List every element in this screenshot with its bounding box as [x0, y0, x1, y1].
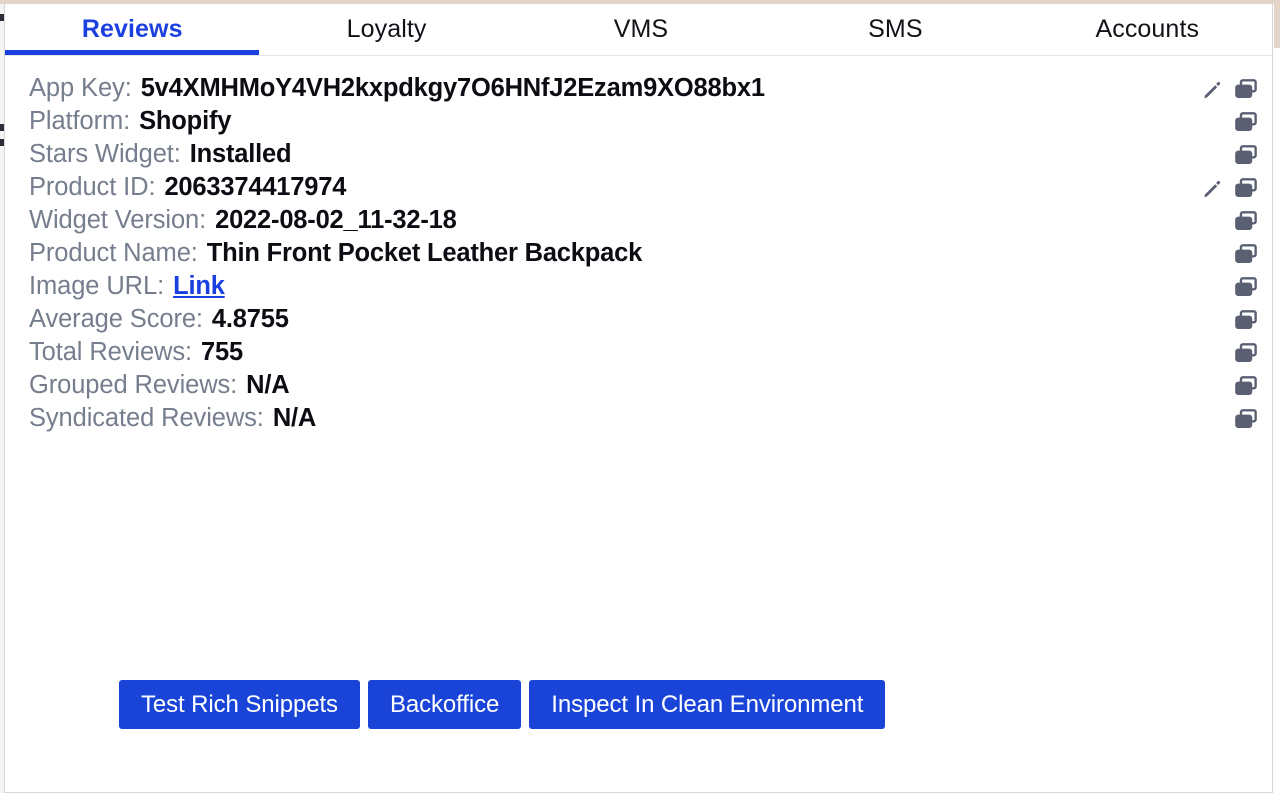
app-viewport: Reviews Loyalty VMS SMS Accounts App Key: 5v4…: [0, 0, 1280, 800]
tab-label: SMS: [868, 15, 923, 43]
test-rich-snippets-button[interactable]: Test Rich Snippets: [119, 680, 360, 729]
info-row: Grouped Reviews: N/A: [5, 369, 1272, 402]
backoffice-button[interactable]: Backoffice: [367, 680, 522, 729]
tab-label: Reviews: [81, 15, 183, 43]
info-row: Stars Widget: Installed: [5, 138, 1272, 171]
copy-icon[interactable]: [1234, 308, 1258, 332]
tab-bar: Reviews Loyalty VMS SMS Accounts: [5, 4, 1272, 56]
icon-spacer: [1201, 341, 1225, 365]
info-row-value: 2063374417974: [164, 173, 347, 201]
tab-loyalty[interactable]: Loyalty: [259, 4, 513, 55]
inspect-in-clean-environment-button[interactable]: Inspect In Clean Environment: [529, 680, 886, 729]
copy-icon[interactable]: [1234, 374, 1258, 398]
icon-spacer: [1201, 275, 1225, 299]
icon-spacer: [1201, 242, 1225, 266]
info-row-actions: [1201, 369, 1258, 402]
info-row-value: 4.8755: [211, 305, 289, 333]
tab-label: VMS: [613, 15, 669, 43]
icon-spacer: [1201, 143, 1225, 167]
info-row: Platform: Shopify: [5, 105, 1272, 138]
content-panel: Reviews Loyalty VMS SMS Accounts App Key: 5v4…: [4, 4, 1273, 793]
copy-icon[interactable]: [1234, 275, 1258, 299]
info-row-actions: [1201, 270, 1258, 303]
copy-icon[interactable]: [1234, 209, 1258, 233]
copy-icon[interactable]: [1234, 242, 1258, 266]
tab-list: Reviews Loyalty VMS SMS Accounts: [5, 4, 1272, 55]
info-row-label: Product Name:: [29, 239, 198, 267]
pencil-icon[interactable]: [1201, 77, 1225, 101]
info-row-value: Thin Front Pocket Leather Backpack: [206, 239, 643, 267]
info-row-label: Average Score:: [29, 305, 203, 333]
active-tab-underline: [5, 50, 260, 55]
info-row-value: Shopify: [139, 107, 232, 135]
info-row: Average Score: 4.8755: [5, 303, 1272, 336]
icon-spacer: [1201, 110, 1225, 134]
info-row-label: Image URL:: [29, 272, 165, 300]
window-chrome-right: [1274, 0, 1280, 48]
icon-spacer: [1201, 407, 1225, 431]
info-row-actions: [1201, 72, 1258, 105]
info-row: Total Reviews: 755: [5, 336, 1272, 369]
copy-icon[interactable]: [1234, 77, 1258, 101]
pencil-icon[interactable]: [1201, 176, 1225, 200]
info-row-label: Product ID:: [29, 173, 156, 201]
info-row-actions: [1201, 237, 1258, 270]
tab-reviews[interactable]: Reviews: [5, 4, 260, 55]
info-row-actions: [1201, 402, 1258, 435]
info-row: Syndicated Reviews: N/A: [5, 402, 1272, 435]
icon-spacer: [1201, 209, 1225, 233]
info-row-value: N/A: [272, 404, 317, 432]
info-row-label: Syndicated Reviews:: [29, 404, 264, 432]
info-row: Image URL: Link: [5, 270, 1272, 303]
tab-label: Loyalty: [346, 15, 427, 43]
info-row: App Key: 5v4XMHMoY4VH2kxpdkgy7O6HNfJ2Ezam…: [5, 72, 1272, 105]
tab-accounts[interactable]: Accounts: [1023, 4, 1272, 55]
info-row-label: Grouped Reviews:: [29, 371, 238, 399]
copy-icon[interactable]: [1234, 143, 1258, 167]
tab-vms[interactable]: VMS: [514, 4, 768, 55]
info-row-value: N/A: [246, 371, 290, 399]
product-info-list: App Key: 5v4XMHMoY4VH2kxpdkgy7O6HNfJ2Ezam…: [5, 56, 1272, 435]
info-row-label: Stars Widget:: [29, 140, 181, 168]
info-row-actions: [1201, 105, 1258, 138]
info-row-value: 755: [201, 338, 243, 366]
icon-spacer: [1201, 308, 1225, 332]
copy-icon[interactable]: [1234, 110, 1258, 134]
info-row-label: Widget Version:: [29, 206, 207, 234]
info-row-actions: [1201, 171, 1258, 204]
info-row: Product Name: Thin Front Pocket Leather B…: [5, 237, 1272, 270]
info-row-actions: [1201, 336, 1258, 369]
action-button-bar: Test Rich Snippets Backoffice Inspect In C…: [5, 680, 1272, 729]
info-row: Widget Version: 2022-08-02_11-32-18: [5, 204, 1272, 237]
info-row-label: App Key:: [29, 74, 132, 102]
icon-spacer: [1201, 374, 1225, 398]
copy-icon[interactable]: [1234, 407, 1258, 431]
info-row-actions: [1201, 138, 1258, 171]
info-row-value: 5v4XMHMoY4VH2kxpdkgy7O6HNfJ2Ezam9XO88bx1: [140, 74, 765, 102]
info-row-label: Total Reviews:: [29, 338, 192, 366]
info-row-link[interactable]: Link: [173, 272, 225, 301]
tab-sms[interactable]: SMS: [768, 4, 1022, 55]
copy-icon[interactable]: [1234, 176, 1258, 200]
copy-icon[interactable]: [1234, 341, 1258, 365]
info-row-label: Platform:: [29, 107, 131, 135]
info-row-value: 2022-08-02_11-32-18: [215, 206, 457, 234]
info-row-value: Installed: [189, 140, 292, 168]
info-row: Product ID: 2063374417974: [5, 171, 1272, 204]
info-row-actions: [1201, 204, 1258, 237]
tab-label: Accounts: [1095, 15, 1200, 43]
info-row-actions: [1201, 303, 1258, 336]
